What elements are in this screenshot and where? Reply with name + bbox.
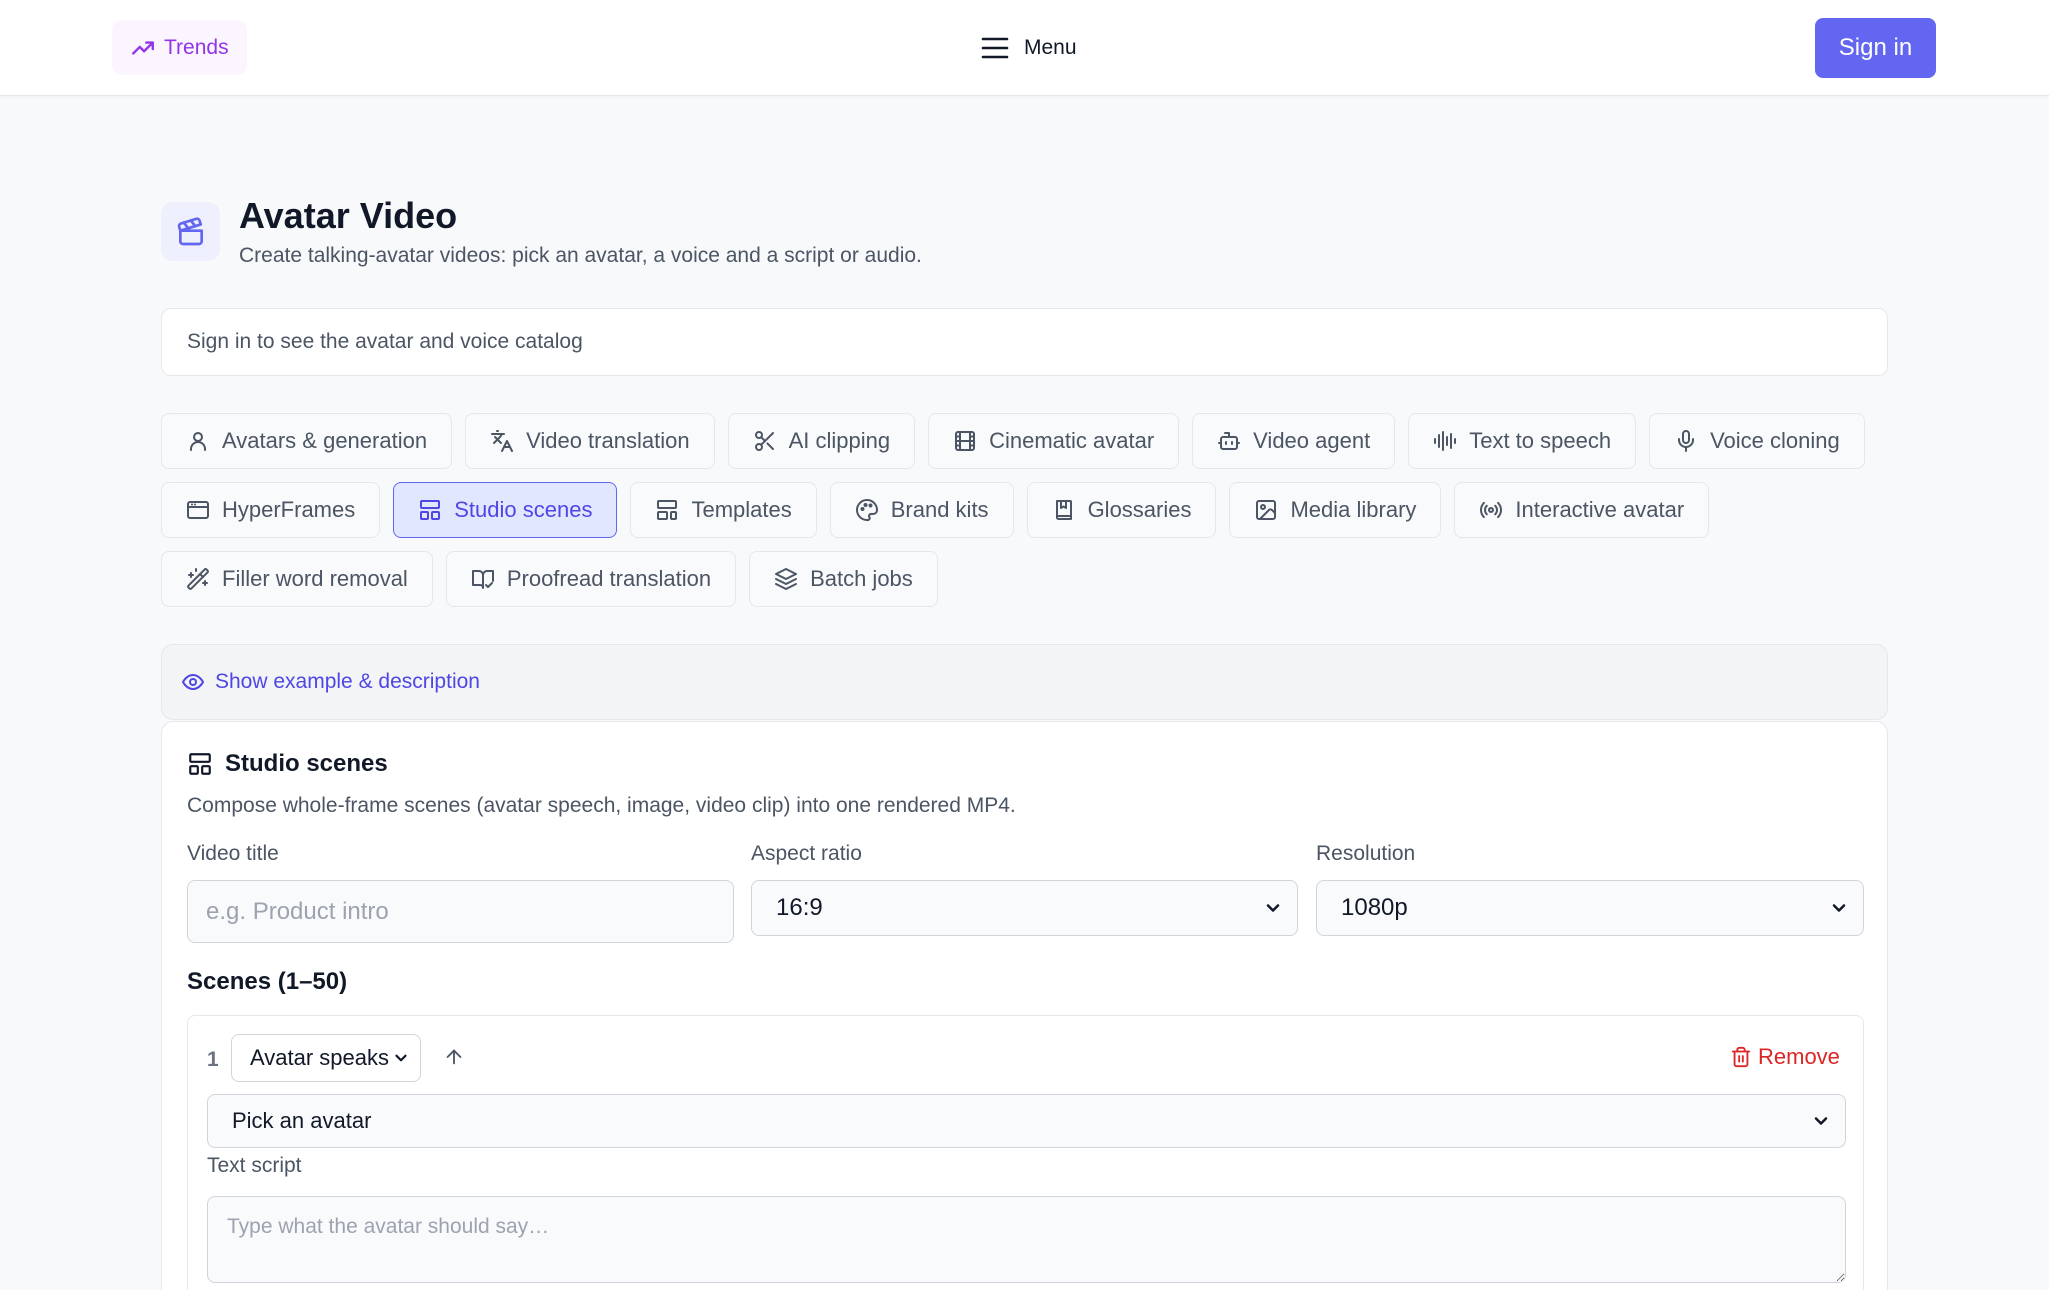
resolution-select[interactable]: 1080p <box>1316 880 1864 936</box>
scissors-icon <box>753 429 777 453</box>
tab-media-library[interactable]: Media library <box>1229 482 1442 538</box>
tab-label: Text to speech <box>1469 428 1612 453</box>
scene-card: 1 Avatar speaks Remove Pick an avatar Te… <box>187 1015 1864 1290</box>
tab-video-agent[interactable]: Video agent <box>1192 413 1396 469</box>
tab-label: HyperFrames <box>222 497 356 522</box>
tab-label: Proofread translation <box>506 566 712 591</box>
hamburger-icon <box>980 35 1010 61</box>
tab-batch-jobs[interactable]: Batch jobs <box>749 551 938 607</box>
card-title: Studio scenes <box>225 750 388 777</box>
avatar-select-value: Pick an avatar <box>232 1108 372 1133</box>
resolution-value: 1080p <box>1341 894 1408 921</box>
page-subtitle: Create talking-avatar videos: pick an av… <box>239 244 922 267</box>
tab-label: Media library <box>1290 497 1417 522</box>
chevron-down-icon <box>1811 1111 1831 1131</box>
broadcast-icon <box>1479 498 1503 522</box>
magic-wand-icon <box>186 567 210 591</box>
tab-label: Batch jobs <box>810 566 913 591</box>
studio-scenes-card: Studio scenes Compose whole-frame scenes… <box>161 721 1888 1290</box>
tab-label: Templates <box>691 497 792 522</box>
aspect-ratio-label: Aspect ratio <box>751 842 862 865</box>
chevron-down-icon <box>1263 898 1283 918</box>
video-title-input[interactable] <box>187 880 734 943</box>
clapperboard-icon <box>175 216 207 248</box>
tab-hyperframes[interactable]: HyperFrames <box>161 482 381 538</box>
page-title: Avatar Video <box>239 195 458 236</box>
tab-ai-clipping[interactable]: AI clipping <box>727 413 916 469</box>
resolution-label: Resolution <box>1316 842 1416 865</box>
text-script-input[interactable] <box>207 1196 1846 1283</box>
aspect-ratio-value: 16:9 <box>776 894 823 921</box>
remove-label: Remove <box>1758 1044 1840 1069</box>
show-example-toggle[interactable]: Show example & description <box>161 644 1888 720</box>
layout-template-icon <box>655 498 679 522</box>
tab-label: Video translation <box>526 428 690 453</box>
image-icon <box>1254 498 1278 522</box>
tab-templates[interactable]: Templates <box>630 482 817 538</box>
palette-icon <box>855 498 879 522</box>
audio-waveform-icon <box>1433 429 1457 453</box>
layout-icon <box>418 498 442 522</box>
card-header: Studio scenes <box>187 750 388 778</box>
tab-label: Cinematic avatar <box>989 428 1155 453</box>
trending-up-icon <box>130 35 156 61</box>
trends-button[interactable]: Trends <box>112 20 247 75</box>
move-scene-up-button[interactable] <box>443 1046 465 1068</box>
text-script-label: Text script <box>207 1154 302 1177</box>
tab-voice-cloning[interactable]: Voice cloning <box>1649 413 1865 469</box>
tab-label: AI clipping <box>788 428 891 453</box>
menu-label: Menu <box>1024 36 1077 59</box>
chevron-down-icon <box>1829 898 1849 918</box>
card-description: Compose whole-frame scenes (avatar speec… <box>187 794 1016 817</box>
film-icon <box>953 429 977 453</box>
tab-label: Filler word removal <box>222 566 408 591</box>
translate-icon <box>490 429 514 453</box>
tab-video-translation[interactable]: Video translation <box>465 413 715 469</box>
top-bar: Trends Menu Sign in <box>0 0 2049 96</box>
tab-label: Video agent <box>1253 428 1371 453</box>
remove-scene-button[interactable]: Remove <box>1730 1044 1840 1070</box>
chevron-down-icon <box>392 1049 410 1067</box>
trash-icon <box>1730 1046 1752 1068</box>
tab-interactive-avatar[interactable]: Interactive avatar <box>1454 482 1710 538</box>
tab-studio-scenes[interactable]: Studio scenes <box>393 482 618 538</box>
tab-glossaries[interactable]: Glossaries <box>1026 482 1217 538</box>
sign-in-button[interactable]: Sign in <box>1815 18 1936 78</box>
show-example-label: Show example & description <box>215 670 480 693</box>
browser-window-icon <box>186 498 210 522</box>
feature-tabs: Avatars & generation Video translation A… <box>161 413 1888 607</box>
scenes-heading: Scenes (1–50) <box>187 968 348 995</box>
arrow-up-icon <box>443 1046 465 1068</box>
user-icon <box>186 429 210 453</box>
tab-label: Glossaries <box>1087 497 1192 522</box>
tab-label: Interactive avatar <box>1515 497 1685 522</box>
tab-label: Studio scenes <box>454 497 593 522</box>
page-icon <box>161 202 220 261</box>
tab-label: Avatars & generation <box>222 428 428 453</box>
tab-proofread-translation[interactable]: Proofread translation <box>445 551 737 607</box>
tab-cinematic-avatar[interactable]: Cinematic avatar <box>928 413 1180 469</box>
layers-icon <box>774 567 798 591</box>
catalog-sign-in-notice: Sign in to see the avatar and voice cata… <box>161 308 1888 376</box>
trends-label: Trends <box>164 35 229 59</box>
book-check-icon <box>471 567 495 591</box>
aspect-ratio-select[interactable]: 16:9 <box>751 880 1298 936</box>
book-icon <box>1052 498 1076 522</box>
scene-type-select[interactable]: Avatar speaks <box>231 1034 421 1082</box>
video-title-label: Video title <box>187 842 279 865</box>
tab-label: Voice cloning <box>1710 428 1840 453</box>
tab-text-to-speech[interactable]: Text to speech <box>1408 413 1637 469</box>
scene-type-value: Avatar speaks <box>250 1045 390 1070</box>
scene-number: 1 <box>207 1048 219 1071</box>
microphone-icon <box>1674 429 1698 453</box>
tab-label: Brand kits <box>890 497 989 522</box>
eye-icon <box>181 670 205 694</box>
tab-filler-word-removal[interactable]: Filler word removal <box>161 551 433 607</box>
tab-avatars-generation[interactable]: Avatars & generation <box>161 413 453 469</box>
bot-icon <box>1217 429 1241 453</box>
menu-button[interactable]: Menu <box>980 28 1077 68</box>
layout-icon <box>187 751 213 777</box>
avatar-select[interactable]: Pick an avatar <box>207 1094 1846 1148</box>
tab-brand-kits[interactable]: Brand kits <box>829 482 1014 538</box>
